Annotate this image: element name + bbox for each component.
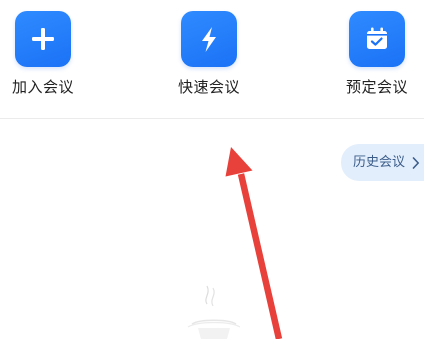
join-meeting-label: 加入会议	[11, 78, 74, 96]
empty-state-cup-icon	[187, 285, 241, 339]
meeting-home-screen: 加入会议 快速会议 预定会议 历史会议	[0, 0, 424, 339]
history-meetings-button[interactable]: 历史会议	[341, 144, 424, 181]
schedule-meeting-button[interactable]: 预定会议	[322, 8, 424, 108]
plus-icon	[32, 28, 54, 50]
chevron-right-icon	[412, 157, 419, 169]
calendar-check-icon	[367, 27, 387, 49]
section-divider	[0, 118, 424, 119]
quick-meeting-button[interactable]: 快速会议	[154, 8, 264, 108]
schedule-meeting-tile[interactable]	[349, 11, 405, 67]
join-meeting-tile[interactable]	[15, 11, 71, 67]
schedule-meeting-label: 预定会议	[345, 78, 408, 96]
join-meeting-button[interactable]: 加入会议	[0, 8, 98, 108]
history-meetings-label: 历史会议	[353, 155, 406, 170]
lightning-icon	[202, 27, 216, 52]
quick-meeting-label: 快速会议	[177, 78, 240, 96]
quick-meeting-tile[interactable]	[181, 11, 237, 67]
